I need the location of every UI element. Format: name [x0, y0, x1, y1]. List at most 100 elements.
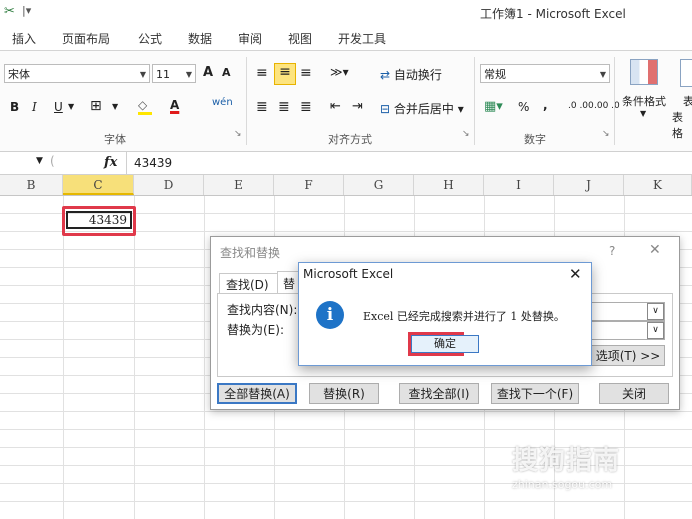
align-middle-icon[interactable]: ≡ — [274, 63, 296, 85]
info-icon: i — [316, 301, 344, 329]
message-box-title: Microsoft Excel — [303, 267, 394, 281]
fill-color-icon[interactable]: ◇ — [138, 98, 152, 115]
percent-button[interactable]: % — [518, 100, 529, 114]
align-bottom-icon[interactable]: ≡ — [300, 65, 312, 81]
tab-replace-label: 替 — [283, 277, 296, 291]
watermark-text: 搜狗指南 — [512, 446, 621, 476]
close-icon[interactable]: ✕ — [649, 242, 661, 258]
grow-font-button[interactable]: A — [203, 65, 213, 80]
tab-data[interactable]: 数据 — [188, 30, 212, 47]
conditional-format-label[interactable]: 条件格式 — [622, 93, 666, 109]
accounting-format-icon[interactable]: ▦▾ — [484, 99, 503, 114]
message-box: Microsoft Excel ✕ i Excel 已经完成搜索并进行了 1 处… — [298, 262, 592, 366]
close-button[interactable]: 关闭 — [599, 383, 669, 404]
fx-icon[interactable]: fx — [104, 155, 117, 170]
watermark-url: zhinan.sogou.com — [512, 478, 613, 491]
dialog-launcher-icon[interactable]: ↘ — [462, 129, 470, 139]
font-name-combo[interactable]: 宋体 ▼ — [4, 64, 150, 83]
message-text: Excel 已经完成搜索并进行了 1 处替换。 — [363, 310, 565, 323]
column-header-b[interactable]: B — [0, 175, 63, 195]
dialog-launcher-icon[interactable]: ↘ — [234, 129, 242, 139]
find-what-input[interactable]: ∨ — [591, 302, 665, 321]
tab-formulas[interactable]: 公式 — [138, 30, 162, 47]
column-header-j[interactable]: J — [554, 175, 624, 195]
tab-developer[interactable]: 开发工具 — [338, 30, 386, 47]
align-center-icon[interactable]: ≣ — [278, 99, 290, 115]
font-group-label: 字体 — [104, 133, 126, 146]
column-header-h[interactable]: H — [414, 175, 484, 195]
find-next-button[interactable]: 查找下一个(F) — [491, 383, 579, 404]
chevron-down-icon[interactable]: ▼ — [68, 102, 74, 111]
column-header-f[interactable]: F — [274, 175, 344, 195]
divider — [614, 57, 615, 145]
font-size-combo[interactable]: 11 ▼ — [152, 64, 196, 83]
align-left-icon[interactable]: ≣ — [256, 99, 268, 115]
column-header-g[interactable]: G — [344, 175, 414, 195]
italic-button[interactable]: I — [32, 100, 37, 114]
chevron-down-icon[interactable]: ∨ — [647, 303, 664, 320]
tab-find-label: 查找(D) — [226, 278, 269, 292]
divider — [474, 57, 475, 145]
formula-bar-grip: ( — [50, 154, 55, 168]
increase-decimal-button[interactable]: .0 .00 — [568, 101, 594, 111]
comma-button[interactable]: , — [543, 98, 548, 112]
increase-indent-icon[interactable]: ⇥ — [352, 99, 363, 114]
format-table-label-partial[interactable]: 表 — [683, 93, 692, 109]
underline-button[interactable]: U — [54, 100, 63, 114]
tab-review[interactable]: 审阅 — [238, 30, 262, 47]
ok-button[interactable]: 确定 — [411, 335, 479, 353]
customize-toolbar-icon[interactable]: |▾ — [22, 4, 31, 17]
tab-page-layout[interactable]: 页面布局 — [62, 30, 110, 47]
column-header-i[interactable]: I — [484, 175, 554, 195]
column-header-k[interactable]: K — [624, 175, 692, 195]
format-table-label-partial2[interactable]: 表格 — [672, 109, 692, 141]
chevron-down-icon[interactable]: ∨ — [647, 322, 664, 339]
replace-button[interactable]: 替换(R) — [309, 383, 379, 404]
number-group-label: 数字 — [524, 133, 546, 146]
font-color-icon[interactable]: A — [170, 98, 179, 112]
options-button[interactable]: 选项(T) >> — [591, 345, 665, 366]
align-right-icon[interactable]: ≣ — [300, 99, 312, 115]
align-top-icon[interactable]: ≡ — [256, 65, 268, 81]
window-title: 工作簿1 - Microsoft Excel — [480, 7, 626, 21]
dialog-launcher-icon[interactable]: ↘ — [602, 129, 610, 139]
wrap-text-label: 自动换行 — [393, 68, 442, 82]
phonetic-button[interactable]: wén — [212, 97, 233, 108]
replace-all-button[interactable]: 全部替换(A) — [217, 383, 297, 404]
formula-bar: ▼ ( fx 43439 — [0, 152, 692, 175]
ribbon: 宋体 ▼ 11 ▼ A A B I U ▼ ⊞ ▼ ◇ A wén 字体 ↘ ≡ ≡… — [0, 51, 692, 152]
tab-insert[interactable]: 插入 — [12, 30, 36, 47]
tab-find[interactable]: 查找(D) — [219, 273, 279, 294]
replace-with-input[interactable]: ∨ — [591, 321, 665, 340]
help-icon[interactable]: ? — [609, 244, 615, 258]
number-format-combo[interactable]: 常规 ▼ — [480, 64, 610, 83]
close-icon[interactable]: ✕ — [569, 265, 582, 283]
name-box-dropdown-icon[interactable]: ▼ — [36, 156, 43, 166]
formula-input[interactable]: 43439 — [134, 156, 172, 170]
decrease-decimal-button[interactable]: .00 .0 — [594, 101, 620, 111]
column-header-d[interactable]: D — [134, 175, 204, 195]
wrap-text-icon: ⇄ — [380, 68, 391, 82]
chevron-down-icon[interactable]: ▼ — [640, 109, 646, 118]
decrease-indent-icon[interactable]: ⇤ — [330, 99, 341, 114]
merge-center-label: 合并后居中 — [393, 102, 454, 116]
chevron-down-icon[interactable]: ▼ — [112, 102, 118, 111]
shrink-font-button[interactable]: A — [222, 66, 231, 79]
tab-view[interactable]: 视图 — [288, 30, 312, 47]
find-all-button[interactable]: 查找全部(I) — [399, 383, 479, 404]
dialog-title: 查找和替换 — [220, 246, 281, 260]
column-header-c[interactable]: C — [63, 175, 134, 195]
ribbon-tabs: 插入 页面布局 公式 数据 审阅 视图 开发工具 — [0, 26, 692, 51]
merge-center-button[interactable]: ⊟ 合并后居中 ▾ — [380, 100, 464, 117]
conditional-format-icon[interactable] — [628, 57, 658, 87]
format-table-icon[interactable] — [680, 59, 692, 87]
bold-button[interactable]: B — [10, 100, 19, 114]
column-header-e[interactable]: E — [204, 175, 274, 195]
active-cell-c2[interactable]: 43439 — [66, 211, 132, 229]
orientation-icon[interactable]: ≫▾ — [330, 65, 349, 79]
wrap-text-button[interactable]: ⇄ 自动换行 — [380, 66, 442, 83]
alignment-group-label: 对齐方式 — [328, 133, 372, 146]
border-icon[interactable]: ⊞ — [90, 98, 102, 114]
quick-access-icon[interactable]: ✂ — [4, 4, 15, 19]
replace-with-label: 替换为(E): — [227, 323, 284, 337]
